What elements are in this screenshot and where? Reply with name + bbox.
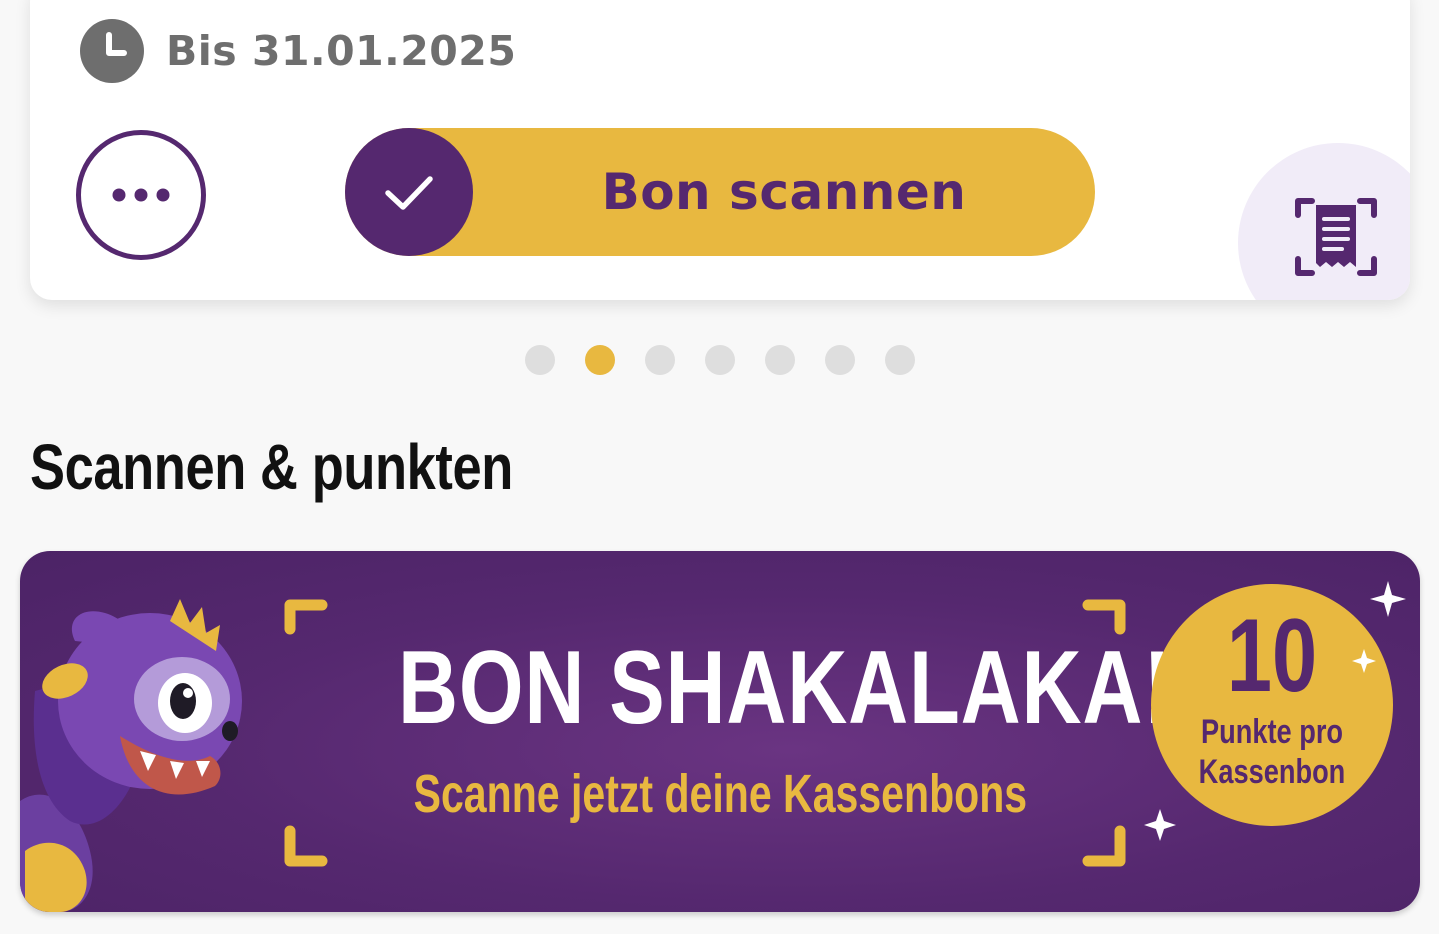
carousel-pagination bbox=[525, 345, 915, 375]
offer-card: Bis 31.01.2025 Bon scannen bbox=[30, 0, 1410, 300]
valid-until-text: Bis 31.01.2025 bbox=[166, 27, 517, 75]
promo-banner[interactable]: BON SHAKALAKA! Scanne jetzt deine Kassen… bbox=[20, 551, 1420, 912]
pagination-dot[interactable] bbox=[765, 345, 795, 375]
section-title: Scannen & punkten bbox=[30, 431, 513, 503]
scan-button-label: Bon scannen bbox=[601, 163, 967, 221]
more-horizontal-icon bbox=[112, 188, 170, 202]
pagination-dot[interactable] bbox=[705, 345, 735, 375]
clock-icon bbox=[80, 19, 144, 83]
pagination-dot[interactable] bbox=[825, 345, 855, 375]
receipt-scan-icon bbox=[1295, 198, 1377, 276]
pagination-dot[interactable] bbox=[885, 345, 915, 375]
validity-row: Bis 31.01.2025 bbox=[80, 18, 516, 84]
more-options-button[interactable] bbox=[76, 130, 206, 260]
receipt-scan-button[interactable] bbox=[1238, 143, 1410, 300]
sparkle-icons bbox=[1144, 581, 1406, 841]
checkmark-icon bbox=[345, 128, 473, 256]
pagination-dot[interactable] bbox=[525, 345, 555, 375]
pagination-dot[interactable] bbox=[585, 345, 615, 375]
scan-receipt-button[interactable]: Bon scannen bbox=[345, 128, 1095, 256]
pagination-dot[interactable] bbox=[645, 345, 675, 375]
